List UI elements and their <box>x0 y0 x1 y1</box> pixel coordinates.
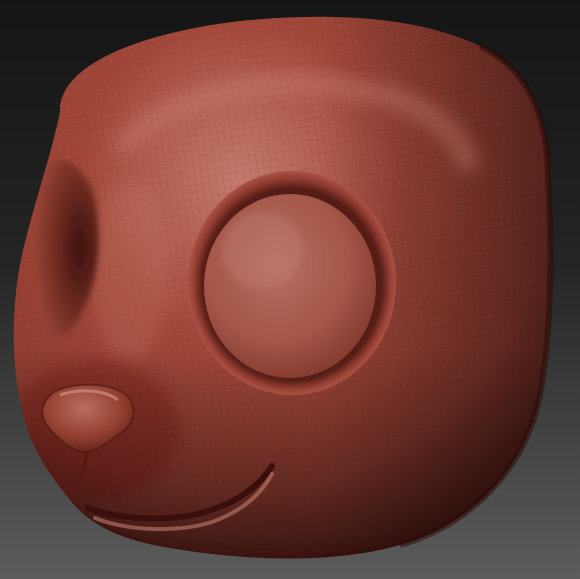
sculpt-head[interactable] <box>0 0 580 579</box>
eye-disc[interactable] <box>204 194 376 378</box>
cheek-highlight <box>90 180 170 360</box>
eye-disc-highlight <box>222 212 302 288</box>
sculpt-viewport[interactable] <box>0 0 580 579</box>
sculpt-canvas[interactable] <box>0 0 580 579</box>
